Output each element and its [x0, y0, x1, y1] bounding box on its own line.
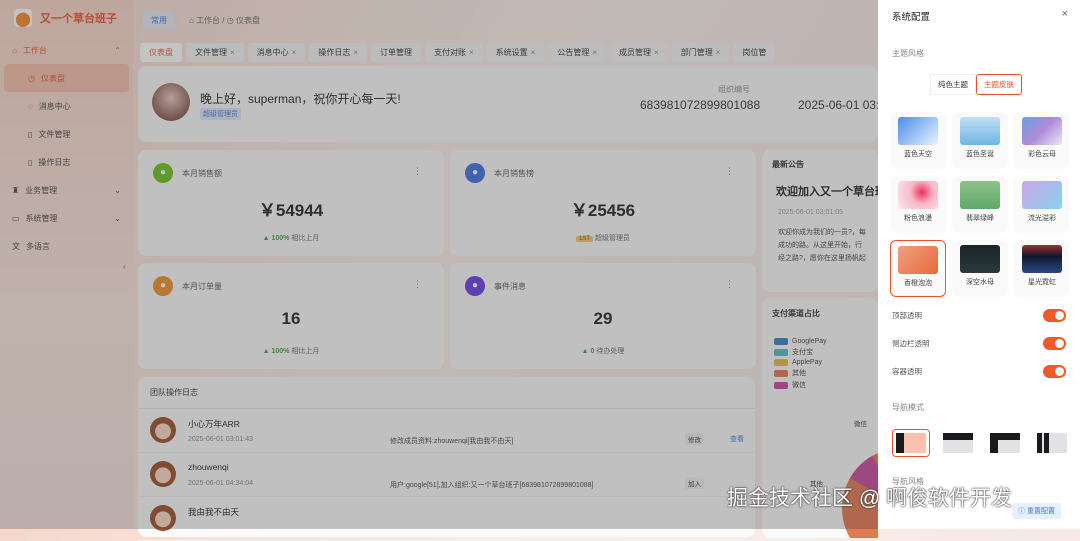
label: 重置配置: [1026, 508, 1055, 515]
skin-option[interactable]: 流光溢彩: [1014, 176, 1070, 233]
toggle-row: 侧边栏透明: [892, 337, 1066, 350]
toggle-label: 容器透明: [892, 367, 922, 376]
collapse-sidebar-icon[interactable]: ‹: [123, 262, 126, 271]
toggle-label: 顶部透明: [892, 311, 922, 320]
skin-preview: [1022, 117, 1062, 145]
skin-preview: [960, 117, 1000, 145]
skin-name: 香橙泡泡: [904, 280, 932, 287]
skin-preview: [1022, 181, 1062, 209]
close-icon[interactable]: ×: [1062, 8, 1068, 20]
toggle-label: 侧边栏透明: [892, 339, 930, 348]
nav-mode-top[interactable]: [939, 429, 977, 457]
skin-option[interactable]: 粉色浪漫: [890, 176, 946, 233]
skin-name: 深空水母: [966, 279, 994, 286]
toggle-row: 容器透明: [892, 365, 1066, 378]
solid-theme-option[interactable]: 纯色主题: [930, 74, 976, 95]
toggle-row: 顶部透明: [892, 309, 1066, 322]
skin-preview: [898, 246, 938, 274]
skin-name: 粉色浪漫: [904, 215, 932, 222]
watermark: 掘金技术社区 @ 啊俊软件开发: [727, 487, 1012, 510]
theme-mode-segment: 纯色主题 主题皮肤: [930, 74, 1022, 95]
skin-name: 蓝色天空: [904, 151, 932, 158]
skin-option[interactable]: 蓝色天空: [890, 112, 946, 169]
skin-option[interactable]: 香橙泡泡: [890, 240, 946, 297]
drawer-mask[interactable]: [0, 0, 878, 529]
nav-mode-dual[interactable]: [1033, 429, 1071, 457]
theme-section-label: 主题风格: [892, 49, 924, 58]
skin-theme-option[interactable]: 主题皮肤: [976, 74, 1022, 95]
nav-mode-mixed[interactable]: [986, 429, 1024, 457]
skin-preview: [960, 245, 1000, 273]
system-config-drawer: 系统配置 × 主题风格 纯色主题 主题皮肤 蓝色天空 蓝色圣诞 彩色云母粉色浪漫 翡翠…: [878, 0, 1080, 529]
skin-preview: [898, 181, 938, 209]
skin-name: 蓝色圣诞: [966, 151, 994, 158]
skin-preview: [960, 181, 1000, 209]
skin-name: 星光霓虹: [1028, 279, 1056, 286]
skin-option[interactable]: 彩色云母: [1014, 112, 1070, 169]
nav-mode-side[interactable]: [892, 429, 930, 457]
toggle-switch[interactable]: [1043, 337, 1066, 350]
nav-mode-options: [892, 429, 1071, 457]
skin-name: 翡翠绿峰: [966, 215, 994, 222]
skin-option[interactable]: 深空水母: [952, 240, 1008, 297]
skin-name: 流光溢彩: [1028, 215, 1056, 222]
reset-config-button[interactable]: ⓘ 重置配置: [1012, 503, 1061, 519]
toggle-switch[interactable]: [1043, 365, 1066, 378]
skin-name: 彩色云母: [1028, 151, 1056, 158]
skin-option[interactable]: 翡翠绿峰: [952, 176, 1008, 233]
skin-preview: [1022, 245, 1062, 273]
toggle-switch[interactable]: [1043, 309, 1066, 322]
drawer-title: 系统配置: [892, 12, 931, 23]
nav-mode-label: 导航模式: [892, 403, 924, 412]
skin-option[interactable]: 蓝色圣诞: [952, 112, 1008, 169]
skin-preview: [898, 117, 938, 145]
skin-option[interactable]: 星光霓虹: [1014, 240, 1070, 297]
